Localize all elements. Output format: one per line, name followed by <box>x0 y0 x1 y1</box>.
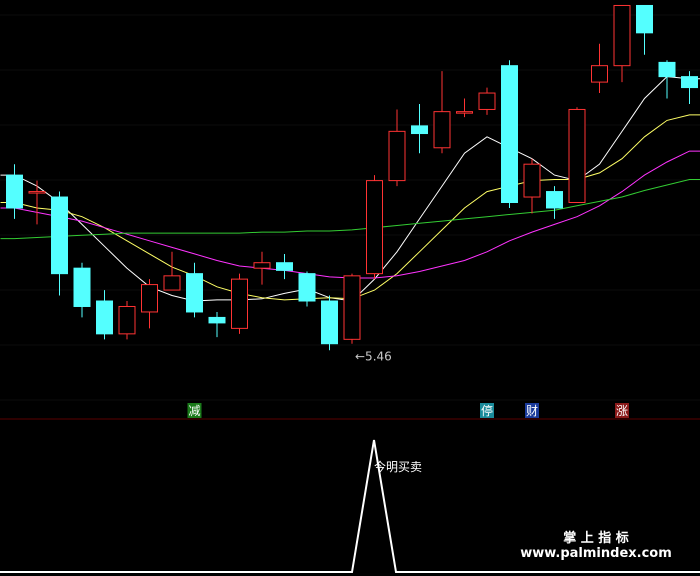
candle-body <box>73 267 91 307</box>
candle <box>298 271 316 307</box>
candle-body <box>51 196 68 275</box>
candle <box>501 60 518 208</box>
ma-line-2 <box>0 150 700 279</box>
candle-body <box>523 163 541 198</box>
candle <box>118 301 136 340</box>
candle <box>163 251 181 291</box>
event-marker: 财 <box>525 403 539 418</box>
candle <box>96 290 113 340</box>
watermark-title: 掌 上 指 标 <box>563 530 629 546</box>
candle-body <box>298 273 316 302</box>
watermark-url: www.palmindex.com <box>520 546 672 561</box>
candle <box>321 295 338 351</box>
candle-body <box>163 275 181 291</box>
event-marker-label: 涨 <box>616 403 628 418</box>
candle-body <box>478 92 496 110</box>
candle-body <box>366 180 383 275</box>
candle <box>613 4 631 83</box>
candle-body <box>411 125 428 135</box>
candle-body <box>501 65 518 203</box>
candlesticks <box>6 4 698 351</box>
candle <box>51 191 68 296</box>
candle-body <box>28 191 46 194</box>
candle-body <box>186 273 203 313</box>
candle <box>388 109 406 187</box>
candle <box>231 273 248 334</box>
candle-body <box>6 174 23 209</box>
event-marker-label: 减 <box>188 404 200 418</box>
candle-body <box>141 284 158 313</box>
candle <box>28 180 46 225</box>
chart-canvas: 减 停 财 涨 ←5.46 今明买卖 掌 上 指 标 www.palmindex.co… <box>0 4 700 573</box>
event-marker-label: 财 <box>526 404 538 418</box>
candle <box>141 279 158 329</box>
event-markers: 减停财涨 <box>187 403 629 418</box>
candle-body <box>276 262 293 271</box>
candle <box>73 262 91 318</box>
candle-body <box>388 130 406 182</box>
candle <box>411 103 428 154</box>
candle <box>433 71 451 154</box>
candle-body <box>681 76 698 89</box>
candle-body <box>658 61 676 78</box>
candle <box>591 43 608 94</box>
candle-body <box>546 191 563 209</box>
candle <box>253 251 271 285</box>
candle <box>523 158 541 214</box>
candle-body <box>613 4 631 67</box>
candle-body <box>456 111 473 114</box>
candle <box>658 60 676 99</box>
candle <box>681 71 698 104</box>
ma-line-0 <box>0 76 700 302</box>
candle <box>186 262 203 318</box>
candle <box>366 175 383 280</box>
indicator-title: 今明买卖 <box>374 459 422 474</box>
event-marker: 减 <box>187 403 202 418</box>
candle-body <box>253 262 271 269</box>
candle-body <box>208 316 226 324</box>
candle-body <box>636 4 653 34</box>
candle-body <box>568 108 586 203</box>
candle <box>568 107 586 203</box>
candle <box>6 164 23 219</box>
candle-body <box>591 65 608 83</box>
candle-body <box>231 278 248 329</box>
ma-line-3 <box>0 179 700 240</box>
candle <box>546 186 563 219</box>
candle-body <box>118 305 136 335</box>
event-marker: 涨 <box>615 403 629 418</box>
candle <box>456 98 473 118</box>
candle <box>276 253 293 280</box>
candle <box>208 311 226 338</box>
moving-average-lines <box>0 76 700 302</box>
event-marker-label: 停 <box>481 403 493 418</box>
low-price-annotation: ←5.46 <box>355 350 392 364</box>
candle-body <box>343 275 361 340</box>
candle <box>478 87 496 115</box>
candle-body <box>321 300 338 345</box>
candle-body <box>96 300 113 335</box>
event-marker: 停 <box>480 403 494 418</box>
candle <box>343 273 361 344</box>
candle-body <box>433 111 451 149</box>
candle <box>636 4 653 55</box>
